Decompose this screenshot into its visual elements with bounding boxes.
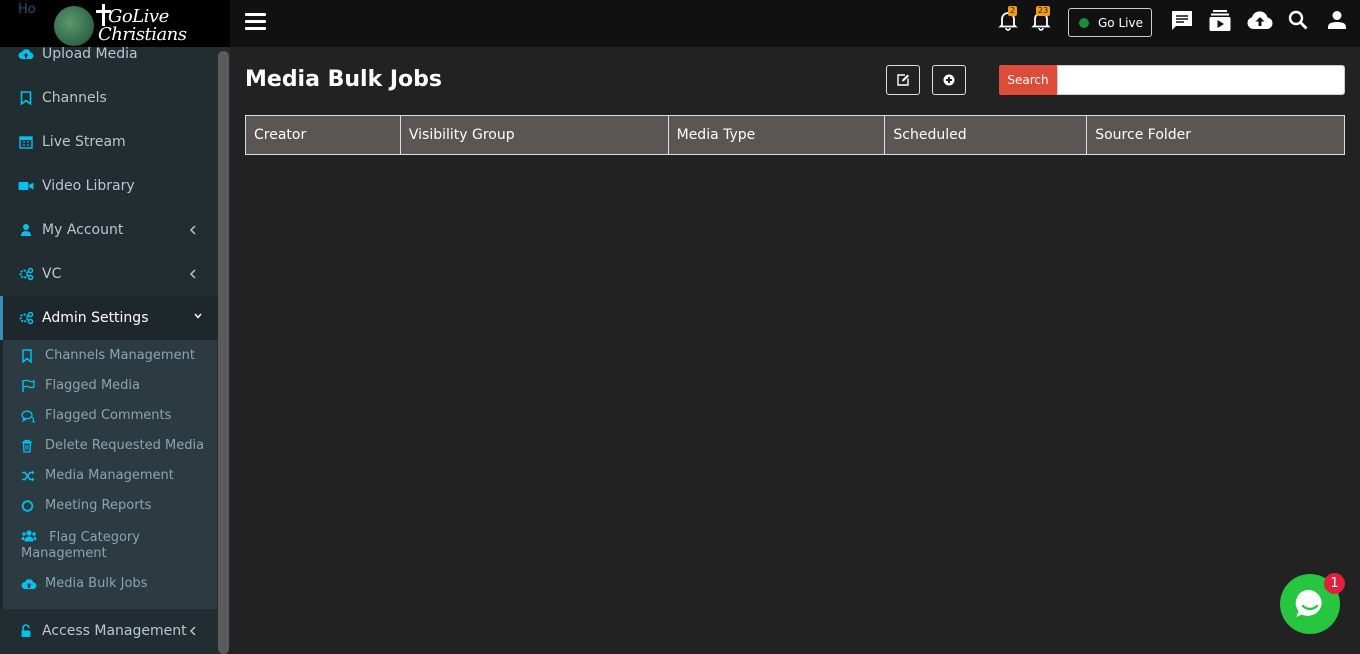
submenu-item-channels-management[interactable]: Channels Management	[3, 340, 217, 371]
lock-icon	[18, 623, 34, 639]
sidebar-item-label: Admin Settings	[42, 310, 149, 326]
flag-icon	[21, 379, 35, 393]
sidebar-item-video-library[interactable]: Video Library	[0, 164, 217, 208]
edit-button[interactable]	[886, 65, 920, 95]
sidebar-item-label: My Account	[42, 222, 124, 238]
chat-unread-badge: 1	[1324, 573, 1345, 594]
chevron-left-icon	[189, 625, 199, 637]
circle-icon	[21, 499, 35, 513]
submenu-item-label: Channels Management	[45, 348, 195, 363]
submenu-item-label: Media Bulk Jobs	[45, 576, 148, 591]
live-status-dot-icon	[1079, 17, 1089, 28]
sidebar-item-vc[interactable]: VC	[0, 252, 217, 296]
search-submit-button[interactable]: Search	[999, 65, 1057, 95]
page-title: Media Bulk Jobs	[245, 67, 443, 92]
submenu-item-label: Flagged Media	[45, 378, 140, 393]
cloud-upload-icon	[18, 46, 34, 62]
bulk-jobs-table: Creator Visibility Group Media Type Sche…	[245, 115, 1345, 155]
app-logo[interactable]: GoLive Christians	[52, 2, 187, 46]
logo-bar: Ho GoLive Christians	[0, 0, 230, 47]
calendar-icon	[18, 134, 34, 150]
sidebar-item-live-stream[interactable]: Live Stream	[0, 120, 217, 164]
users-icon	[21, 529, 37, 543]
sidebar-item-label: Channels	[42, 90, 107, 106]
sidebar-item-my-account[interactable]: My Account	[0, 208, 217, 252]
bookmark-icon	[18, 90, 34, 106]
video-playlist-icon	[1208, 9, 1232, 33]
plus-circle-icon	[942, 73, 956, 87]
submenu-item-delete-requested-media[interactable]: Delete Requested Media	[3, 431, 217, 461]
sidebar-scrollbar[interactable]	[217, 47, 230, 654]
sidebar-item-label: VC	[42, 266, 62, 282]
notifications-button[interactable]: 2	[997, 6, 1021, 33]
main-content: Media Bulk Jobs Search Creator Visibilit…	[230, 47, 1360, 654]
submenu-item-label: Media Management	[45, 468, 174, 483]
add-button[interactable]	[932, 65, 966, 95]
cogs-icon	[18, 266, 34, 282]
sidebar-menu: Upload Media Channels Live Stream Video …	[0, 32, 217, 653]
submenu-item-label: Flagged Comments	[45, 408, 172, 423]
user-icon	[1326, 9, 1350, 31]
admin-settings-submenu: Channels Management Flagged Media Flagge…	[0, 340, 217, 609]
sidebar-item-admin-settings[interactable]: Admin Settings	[0, 296, 217, 340]
sidebar: Upload Media Channels Live Stream Video …	[0, 0, 230, 654]
sidebar-item-home-partial[interactable]: Ho	[18, 2, 36, 17]
top-navbar: 2 23 Go Live	[230, 0, 1360, 47]
column-header-creator[interactable]: Creator	[245, 115, 401, 155]
submenu-item-label: Meeting Reports	[45, 498, 152, 513]
subscriptions-button[interactable]	[1208, 9, 1232, 33]
go-live-label: Go Live	[1098, 15, 1143, 30]
column-header-scheduled[interactable]: Scheduled	[884, 115, 1088, 155]
chevron-left-icon	[189, 268, 199, 280]
notification-count-badge: 2	[1008, 6, 1018, 16]
trash-icon	[21, 439, 35, 453]
sidebar-item-label: Upload Media	[42, 46, 138, 62]
submenu-item-label: Flag Category Management	[21, 530, 140, 561]
upload-button[interactable]	[1246, 9, 1274, 33]
submenu-item-media-bulk-jobs[interactable]: Media Bulk Jobs	[3, 569, 217, 599]
chevron-down-icon	[193, 308, 205, 320]
go-live-button[interactable]: Go Live	[1068, 8, 1152, 37]
globe-logo-icon	[54, 6, 94, 46]
search-icon	[1287, 9, 1311, 31]
bookmark-outline-icon	[21, 349, 35, 363]
table-header-row: Creator Visibility Group Media Type Sche…	[245, 115, 1345, 155]
sidebar-item-label: Access Management	[42, 623, 187, 639]
submenu-item-flag-category-management[interactable]: Flag Category Management	[3, 521, 217, 569]
chat-message-icon	[1170, 9, 1194, 33]
column-header-visibility-group[interactable]: Visibility Group	[399, 115, 669, 155]
sidebar-item-label: Live Stream	[42, 134, 126, 150]
submenu-item-media-management[interactable]: Media Management	[3, 461, 217, 491]
column-header-media-type[interactable]: Media Type	[667, 115, 886, 155]
alerts-button[interactable]: 23	[1030, 6, 1054, 33]
logo-text-line2: Christians	[98, 24, 187, 45]
search-input[interactable]	[1057, 65, 1345, 95]
sidebar-item-access-management[interactable]: Access Management	[0, 609, 217, 653]
search-button[interactable]	[1287, 9, 1311, 33]
user-profile-button[interactable]	[1326, 9, 1350, 33]
cloud-upload-icon	[21, 577, 37, 591]
comments-icon	[21, 409, 35, 423]
submenu-item-flagged-comments[interactable]: Flagged Comments	[3, 401, 217, 431]
submenu-item-label: Delete Requested Media	[45, 438, 205, 453]
cogs-icon	[18, 310, 34, 326]
cloud-upload-icon	[1246, 9, 1274, 31]
submenu-item-flagged-media[interactable]: Flagged Media	[3, 371, 217, 401]
submenu-item-meeting-reports[interactable]: Meeting Reports	[3, 491, 217, 521]
sidebar-item-label: Video Library	[42, 178, 135, 194]
chevron-left-icon	[189, 224, 199, 236]
messages-button[interactable]	[1170, 9, 1194, 33]
sidebar-item-channels[interactable]: Channels	[0, 76, 217, 120]
hamburger-menu-icon[interactable]	[245, 13, 266, 31]
video-camera-icon	[18, 178, 34, 194]
chat-bubble-icon	[1293, 587, 1327, 621]
column-header-source-folder[interactable]: Source Folder	[1086, 115, 1345, 155]
cross-logo-icon	[102, 4, 105, 26]
alert-count-badge: 23	[1036, 6, 1051, 16]
scrollbar-thumb[interactable]	[218, 51, 229, 654]
edit-icon	[896, 73, 910, 87]
random-icon	[21, 469, 35, 483]
user-icon	[18, 222, 34, 238]
